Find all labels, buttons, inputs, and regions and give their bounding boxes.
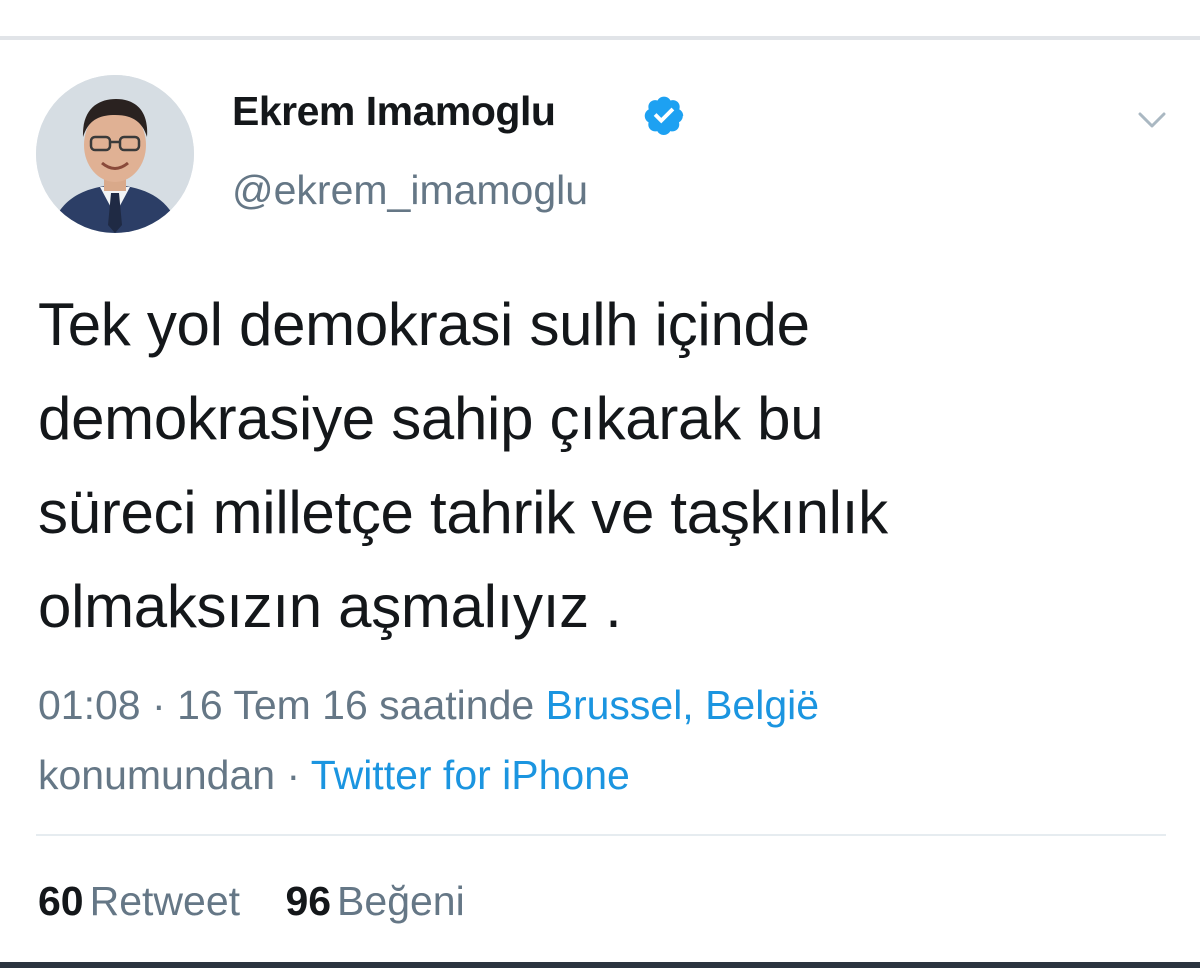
tweet-text-line: olmaksızın aşmalıyız . — [38, 573, 622, 640]
like-count[interactable]: 96 Beğeni — [285, 878, 464, 925]
meta-separator: · — [286, 752, 301, 798]
tweet-date[interactable]: 16 Tem 16 saatinde — [177, 682, 534, 728]
tweet-text-line: Tek yol demokrasi sulh içinde — [38, 291, 810, 358]
tweet-text: Tek yol demokrasi sulh içinde demokrasiy… — [38, 278, 1158, 654]
retweet-number: 60 — [38, 878, 84, 924]
bottom-divider — [0, 962, 1200, 968]
user-handle[interactable]: @ekrem_imamoglu — [232, 167, 588, 214]
source-link[interactable]: Twitter for iPhone — [311, 752, 630, 798]
display-name[interactable]: Ekrem Imamoglu — [232, 88, 556, 135]
tweet-stats: 60 Retweet 96 Beğeni — [38, 878, 499, 925]
tweet-text-line: demokrasiye sahip çıkarak bu — [38, 385, 824, 452]
meta-separator: · — [152, 682, 166, 728]
tweet-metadata: 01:08 · 16 Tem 16 saatinde Brussel, Belg… — [38, 670, 1158, 810]
location-suffix: konumundan — [38, 752, 276, 798]
tweet-time[interactable]: 01:08 — [38, 682, 141, 728]
avatar[interactable] — [36, 75, 194, 233]
retweet-count[interactable]: 60 Retweet — [38, 878, 240, 925]
verified-badge-icon — [644, 96, 684, 135]
chevron-down-icon[interactable] — [1128, 100, 1176, 140]
retweet-label: Retweet — [89, 878, 241, 924]
stats-divider — [36, 834, 1166, 836]
tweet-card: Ekrem Imamoglu @ekrem_imamoglu Tek yol d… — [0, 0, 1200, 928]
like-label: Beğeni — [337, 878, 465, 924]
location-link[interactable]: Brussel, België — [546, 682, 819, 728]
like-number: 96 — [285, 878, 332, 924]
tweet-text-line: süreci milletçe tahrik ve taşkınlık — [38, 479, 888, 546]
